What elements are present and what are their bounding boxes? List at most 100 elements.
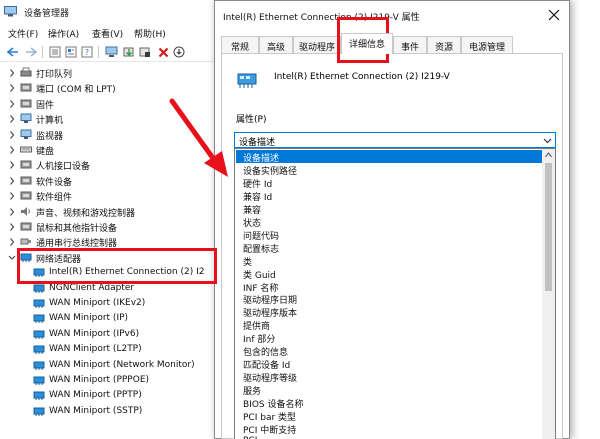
chevron-right-icon[interactable] — [8, 207, 16, 217]
chevron-right-icon[interactable] — [8, 114, 16, 124]
chevron-right-icon[interactable] — [8, 145, 16, 155]
tab-events[interactable]: 事件 — [393, 36, 427, 53]
property-option[interactable]: 兼容 — [236, 202, 542, 216]
property-option[interactable]: 兼容 Id — [236, 189, 542, 203]
property-option[interactable]: 驱动程序等级 — [236, 370, 542, 384]
property-option[interactable]: 提供商 — [236, 318, 542, 332]
chevron-right-icon[interactable] — [8, 237, 16, 247]
uninstall-device-button[interactable] — [156, 45, 170, 59]
network-adapter-item[interactable]: WAN Miniport (IKEv2) — [0, 296, 216, 312]
tab-power-management[interactable]: 电源管理 — [461, 36, 513, 53]
property-option[interactable]: 包含的信息 — [236, 344, 542, 358]
property-option[interactable]: 类 — [236, 254, 542, 268]
help-button[interactable]: ? — [80, 45, 94, 59]
tree-view-button[interactable] — [48, 45, 62, 59]
back-button[interactable] — [6, 45, 20, 59]
property-option[interactable]: PCI ... — [236, 435, 542, 439]
tree-item-label: 鼠标和其他指针设备 — [36, 224, 118, 234]
property-option[interactable]: 问题代码 — [236, 228, 542, 242]
chevron-right-icon[interactable] — [8, 191, 16, 201]
chevron-right-icon[interactable] — [8, 160, 16, 170]
close-icon[interactable] — [547, 8, 561, 22]
property-select[interactable]: 设备描述 — [234, 132, 556, 148]
property-option[interactable]: 状态 — [236, 215, 542, 229]
tree-category[interactable]: 鼠标和其他指针设备 — [0, 219, 216, 235]
property-dropdown-list: 设备描述 设备实例路径 硬件 Id 兼容 Id 兼容 状态 问题代码 配置标志类类 Guid I… — [234, 148, 556, 439]
property-option[interactable]: 硬件 Id — [236, 176, 542, 190]
download-driver-button[interactable] — [172, 45, 186, 59]
property-option[interactable]: 设备描述 — [236, 150, 542, 164]
network-adapter-item[interactable]: WAN Miniport (Network Monitor) — [0, 358, 216, 374]
tab-resources[interactable]: 资源 — [427, 36, 461, 53]
tab-details[interactable]: 详细信息 — [341, 33, 393, 54]
network-card-icon — [33, 299, 45, 308]
tab-driver[interactable]: 驱动程序 — [293, 36, 341, 53]
tab-advanced[interactable]: 高级 — [259, 36, 293, 53]
properties-button[interactable] — [64, 45, 78, 59]
tree-item-label: WAN Miniport (PPTP) — [49, 390, 142, 401]
property-option[interactable]: BIOS 设备名称 — [236, 396, 542, 410]
scroll-up-icon[interactable] — [545, 152, 552, 158]
tree-item-label: WAN Miniport (PPPOE) — [49, 375, 150, 385]
properties-icon — [65, 46, 77, 58]
property-option[interactable]: 驱动程序版本 — [236, 305, 542, 319]
scrollbar-thumb[interactable] — [545, 163, 552, 291]
svg-text:?: ? — [85, 48, 89, 57]
network-adapter-item[interactable]: WAN Miniport (IP) — [0, 311, 216, 327]
network-card-icon — [33, 376, 45, 385]
chevron-right-icon[interactable] — [8, 176, 16, 186]
chevron-right-icon[interactable] — [8, 99, 16, 109]
dropdown-scrollbar[interactable] — [542, 149, 555, 439]
property-option[interactable]: 配置标志 — [236, 241, 542, 255]
update-driver-button[interactable] — [122, 45, 136, 59]
property-option[interactable]: 设备实例路径 — [236, 163, 542, 177]
chevron-right-icon[interactable] — [8, 68, 16, 78]
software-component-icon — [20, 191, 32, 200]
property-option[interactable]: Inf 部分 — [236, 331, 542, 345]
menu-action[interactable]: 操作(A) — [48, 27, 79, 40]
tree-category[interactable]: 软件组件 — [0, 188, 216, 204]
tree-item-label: NGNClient Adapter — [49, 282, 135, 293]
chevron-down-icon[interactable] — [8, 253, 16, 263]
tree-item-label: WAN Miniport (IKEv2) — [49, 298, 146, 308]
tab-general[interactable]: 常规 — [221, 36, 259, 53]
chevron-right-icon[interactable] — [8, 83, 16, 93]
tab-label: 常规 — [230, 43, 249, 53]
dialog-titlebar[interactable]: Intel(R) Ethernet Connection (2) I219-V … — [215, 1, 569, 31]
property-option[interactable]: 驱动程序日期 — [236, 292, 542, 306]
port-icon — [20, 83, 32, 92]
tree-category[interactable]: 端口 (COM 和 LPT) — [0, 80, 216, 96]
tree-item-label: WAN Miniport (SSTP) — [49, 405, 143, 416]
chevron-right-icon[interactable] — [8, 130, 16, 140]
chevron-right-icon[interactable] — [8, 222, 16, 232]
tree-category[interactable]: 声音、视频和游戏控制器 — [0, 204, 216, 220]
firmware-icon — [20, 99, 32, 108]
tree-item-label: WAN Miniport (IP) — [49, 313, 129, 324]
red-x-icon — [158, 47, 168, 57]
network-adapter-item[interactable]: WAN Miniport (L2TP) — [0, 342, 216, 358]
device-name: Intel(R) Ethernet Connection (2) I219-V — [274, 72, 450, 82]
tree-category[interactable]: 打印队列 — [0, 65, 216, 81]
property-option[interactable]: PCI 中断支持 — [236, 422, 542, 436]
property-option[interactable]: INF 名称 — [236, 280, 542, 294]
property-option[interactable]: 匹配设备 Id — [236, 357, 542, 371]
property-option[interactable]: 服务 — [236, 383, 542, 397]
download-circle-icon — [173, 46, 185, 58]
menu-file[interactable]: 文件(F) — [8, 27, 38, 40]
device-manager-title: 设备管理器 — [24, 9, 70, 19]
chevron-down-icon — [543, 138, 552, 144]
forward-button[interactable] — [24, 45, 38, 59]
tab-label: 驱动程序 — [298, 43, 335, 53]
network-card-icon — [237, 73, 257, 88]
network-adapter-item[interactable]: WAN Miniport (PPPOE) — [0, 373, 216, 389]
menu-help[interactable]: 帮助(H) — [134, 27, 166, 40]
scan-hardware-button[interactable] — [104, 45, 118, 59]
property-option[interactable]: PCI bar 类型 — [236, 409, 542, 423]
property-option[interactable]: 类 Guid — [236, 267, 542, 281]
network-adapter-item[interactable]: WAN Miniport (SSTP) — [0, 404, 216, 420]
disable-device-button[interactable] — [138, 45, 152, 59]
network-adapter-item[interactable]: WAN Miniport (IPv6) — [0, 327, 216, 343]
menu-view[interactable]: 查看(V) — [92, 27, 123, 40]
network-adapter-item[interactable]: WAN Miniport (PPTP) — [0, 388, 216, 404]
tab-label: 资源 — [434, 43, 453, 53]
